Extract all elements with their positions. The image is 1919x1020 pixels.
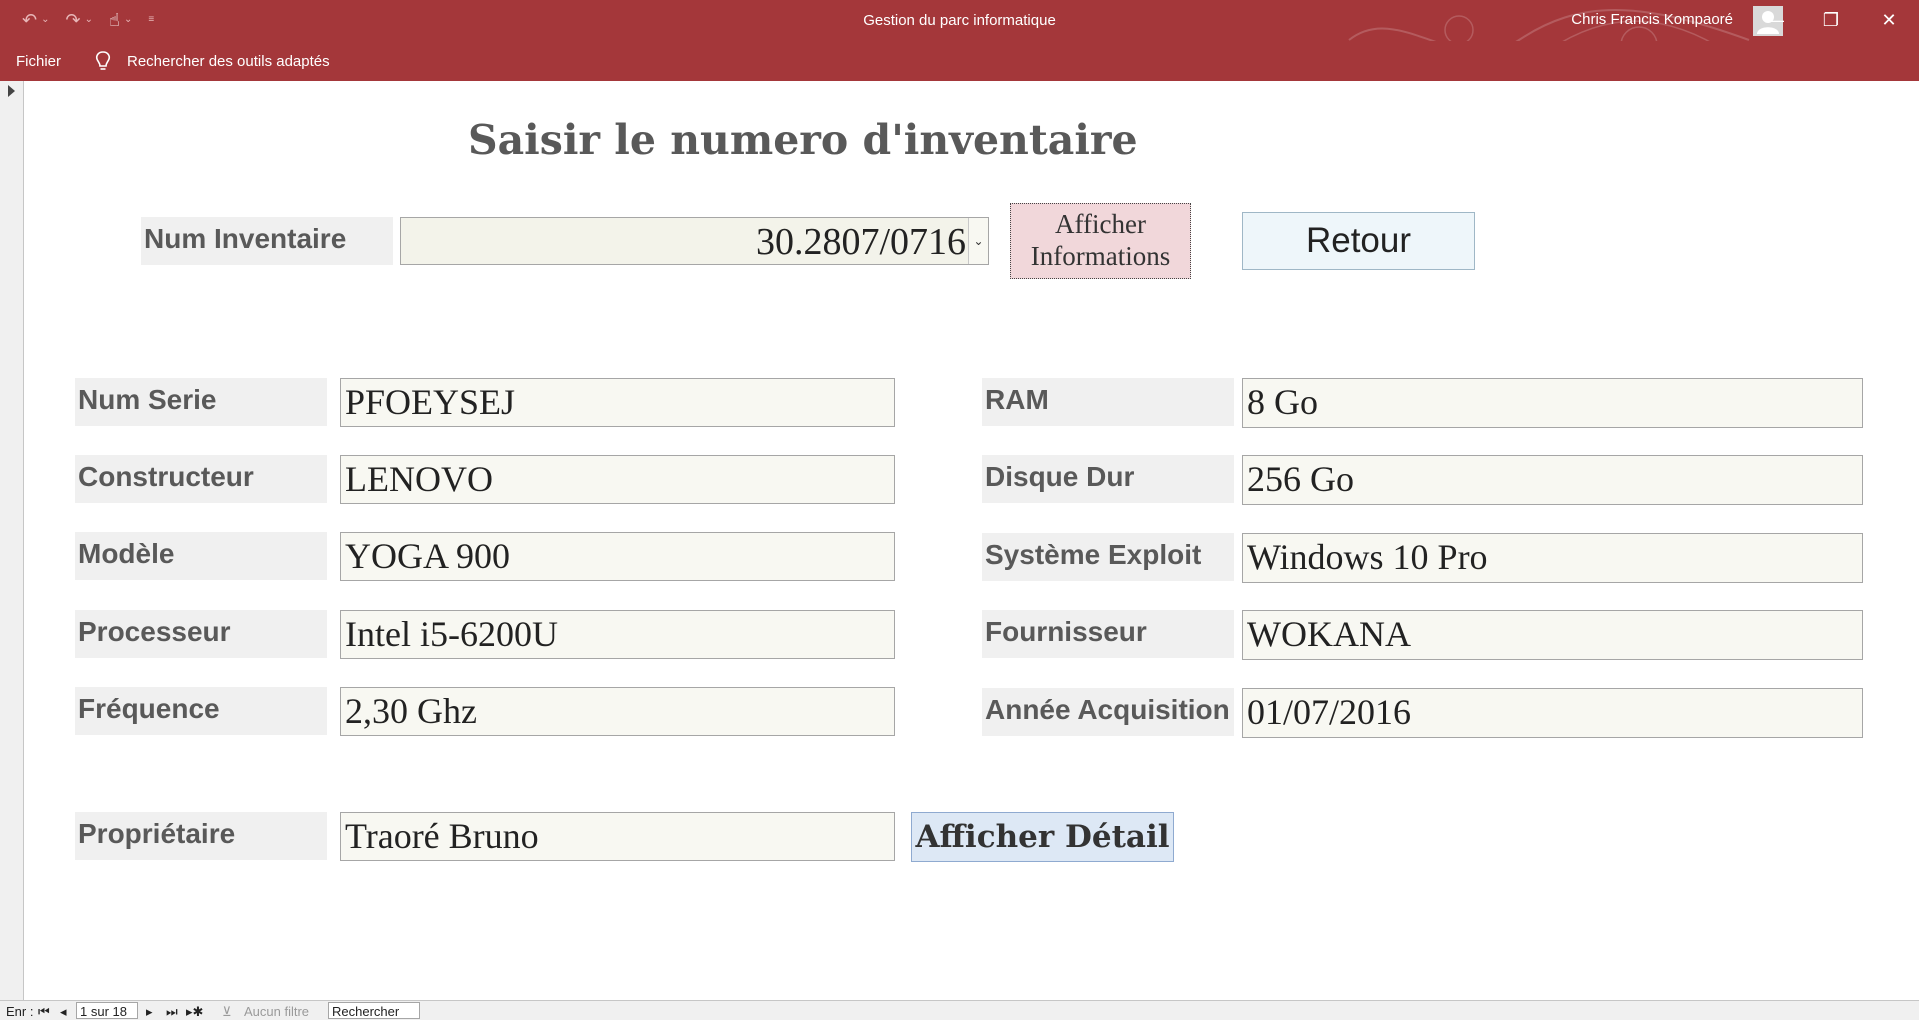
- record-navigation-bar: Enr : ⏮ ◂ 1 sur 18 ▸ ⏭ ▸✱ ⊻ Aucun filtre…: [0, 1000, 1919, 1020]
- supplier-field[interactable]: WOKANA: [1242, 610, 1863, 660]
- inventory-value: 30.2807/0716: [755, 221, 966, 263]
- filter-icon[interactable]: ⊻: [222, 1004, 232, 1020]
- tell-me-search[interactable]: Rechercher des outils adaptés: [127, 53, 330, 70]
- acquisition-year-label: Année Acquisition: [982, 688, 1234, 736]
- frequency-label: Fréquence: [75, 687, 327, 735]
- nav-pane-expand-icon[interactable]: [8, 85, 15, 97]
- title-bar: ↶ ⌄ ↷ ⌄ ☝ ⌄ ≡ Gestion du parc informatique …: [0, 0, 1919, 64]
- show-info-button-line2: Informations: [1030, 241, 1171, 271]
- ram-field[interactable]: 8 Go: [1242, 378, 1863, 428]
- file-tab[interactable]: Fichier: [16, 53, 61, 70]
- owner-label: Propriétaire: [75, 812, 327, 860]
- show-info-button-line1: Afficher: [1055, 209, 1146, 239]
- inventory-combobox[interactable]: 30.2807/0716 ⌄: [400, 217, 989, 265]
- navigation-pane-collapsed[interactable]: [0, 81, 24, 1000]
- record-search-input[interactable]: Rechercher: [328, 1002, 420, 1019]
- model-label: Modèle: [75, 532, 327, 580]
- user-name[interactable]: Chris Francis Kompaoré: [1571, 11, 1733, 28]
- frequency-field[interactable]: 2,30 Ghz: [340, 687, 895, 736]
- new-record-icon[interactable]: ▸✱: [186, 1004, 203, 1020]
- next-record-icon[interactable]: ▸: [146, 1004, 153, 1020]
- inventory-label: Num Inventaire: [141, 217, 393, 265]
- supplier-label: Fournisseur: [982, 610, 1234, 658]
- manufacturer-label: Constructeur: [75, 455, 327, 503]
- minimize-button[interactable]: —: [1755, 6, 1795, 34]
- last-record-icon[interactable]: ⏭: [166, 1004, 178, 1020]
- record-label: Enr :: [6, 1004, 34, 1019]
- serial-number-field[interactable]: PFOEYSEJ: [340, 378, 895, 427]
- show-detail-button[interactable]: Afficher Détail: [911, 812, 1174, 862]
- filter-status[interactable]: Aucun filtre: [244, 1004, 309, 1019]
- hard-drive-label: Disque Dur: [982, 455, 1234, 503]
- first-record-icon[interactable]: ⏮: [38, 1004, 50, 1020]
- owner-field[interactable]: Traoré Bruno: [340, 812, 895, 861]
- chevron-down-icon[interactable]: ⌄: [968, 218, 988, 264]
- manufacturer-field[interactable]: LENOVO: [340, 455, 895, 504]
- hard-drive-field[interactable]: 256 Go: [1242, 455, 1863, 505]
- ram-label: RAM: [982, 378, 1234, 426]
- restore-button[interactable]: ❐: [1811, 6, 1851, 34]
- back-button[interactable]: Retour: [1242, 212, 1475, 270]
- acquisition-year-field[interactable]: 01/07/2016: [1242, 688, 1863, 738]
- operating-system-field[interactable]: Windows 10 Pro: [1242, 533, 1863, 583]
- form-title: Saisir le numero d'inventaire: [468, 116, 1138, 164]
- operating-system-label: Système Exploit: [982, 533, 1234, 581]
- model-field[interactable]: YOGA 900: [340, 532, 895, 581]
- processor-field[interactable]: Intel i5-6200U: [340, 610, 895, 659]
- prev-record-icon[interactable]: ◂: [60, 1004, 67, 1020]
- lightbulb-icon: [95, 51, 111, 70]
- show-info-button[interactable]: Afficher Informations: [1010, 203, 1191, 279]
- ribbon-bar: Fichier Rechercher des outils adaptés: [0, 41, 1919, 81]
- processor-label: Processeur: [75, 610, 327, 658]
- serial-number-label: Num Serie: [75, 378, 327, 426]
- record-position-field[interactable]: 1 sur 18: [76, 1002, 138, 1019]
- close-button[interactable]: ✕: [1869, 6, 1909, 34]
